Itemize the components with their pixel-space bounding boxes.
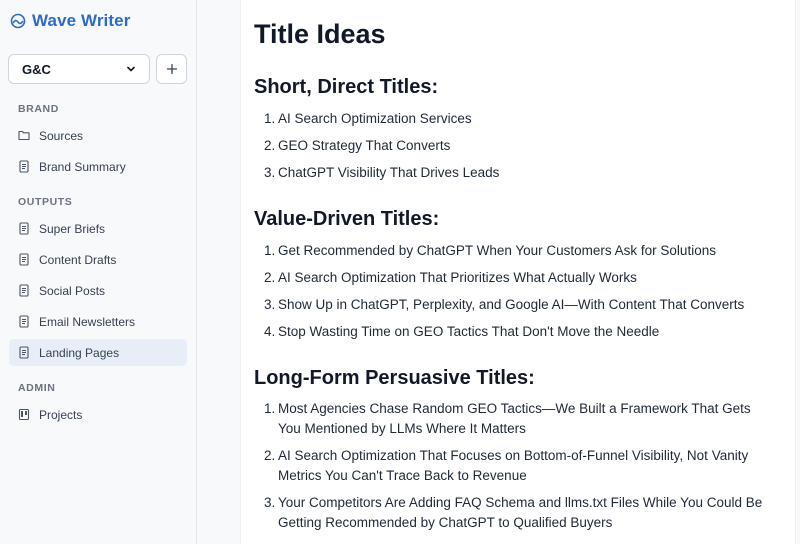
list-value-titles: 1. Get Recommended by ChatGPT When Your C… [264, 241, 769, 342]
section-label-admin: ADMIN [18, 382, 56, 394]
add-workspace-button[interactable] [156, 54, 187, 84]
app-name: Wave Writer [32, 11, 131, 30]
list-item: 3. ChatGPT Visibility That Drives Leads [264, 165, 500, 180]
page-title: Title Ideas [254, 19, 386, 49]
sidebar-item-social-posts[interactable]: Social Posts [9, 277, 187, 304]
list-item: 4. Stop Wasting Time on GEO Tactics That … [264, 324, 660, 339]
sidebar-item-brand-summary[interactable]: Brand Summary [9, 153, 187, 180]
chevron-down-icon [125, 63, 137, 75]
section-label-brand: BRAND [18, 103, 59, 115]
list-item: 1. Get Recommended by ChatGPT When Your C… [264, 243, 716, 258]
plus-icon [166, 63, 178, 75]
sidebar: Wave Writer G&C BRAND Sources Brand Summ… [0, 0, 197, 544]
sidebar-item-label: Super Briefs [39, 221, 106, 236]
sidebar-item-label: Landing Pages [39, 345, 120, 360]
list-item: 3. Your Competitors Are Adding FAQ Schema… [264, 495, 763, 530]
document-panel: Title Ideas Short, Direct Titles: 1. AI S… [240, 0, 796, 544]
sidebar-item-projects[interactable]: Projects [9, 401, 187, 428]
sidebar-item-landing-pages[interactable]: Landing Pages [9, 339, 187, 366]
document-icon [18, 315, 30, 328]
kanban-icon [18, 408, 30, 421]
sidebar-item-sources[interactable]: Sources [9, 122, 187, 149]
sidebar-item-content-drafts[interactable]: Content Drafts [9, 246, 187, 273]
folder-icon [18, 129, 30, 142]
document-icon [18, 160, 30, 173]
section-label-outputs: OUTPUTS [18, 196, 73, 208]
document-icon [18, 284, 30, 297]
document-icon [18, 222, 30, 235]
section-heading-short: Short, Direct Titles: [254, 76, 439, 98]
section-heading-value: Value-Driven Titles: [254, 208, 440, 230]
list-item: 3. Show Up in ChatGPT, Perplexity, and Go… [264, 297, 745, 312]
sidebar-item-label: Social Posts [39, 283, 106, 298]
sidebar-item-email-newsletters[interactable]: Email Newsletters [9, 308, 187, 335]
list-item: 2. AI Search Optimization That Focuses on… [264, 448, 749, 483]
workspace-select-value: G&C [22, 61, 51, 77]
section-heading-long: Long-Form Persuasive Titles: [254, 367, 535, 389]
app-brand[interactable]: Wave Writer [10, 10, 130, 32]
document-icon [18, 346, 30, 359]
sidebar-item-label: Sources [39, 128, 84, 143]
list-item: 1. Most Agencies Chase Random GEO Tactics… [264, 401, 751, 436]
document-icon [18, 253, 30, 266]
sidebar-item-label: Brand Summary [39, 159, 126, 174]
list-item: 1. AI Search Optimization Services [264, 111, 472, 126]
workspace-select[interactable]: G&C [8, 54, 150, 84]
list-item: 2. GEO Strategy That Converts [264, 138, 451, 153]
list-item: 2. AI Search Optimization That Prioritize… [264, 270, 637, 285]
sidebar-item-label: Content Drafts [39, 252, 117, 267]
sidebar-item-label: Email Newsletters [39, 314, 136, 329]
list-short-titles: 1. AI Search Optimization Services 2. GEO … [264, 109, 769, 183]
sidebar-item-label: Projects [39, 407, 83, 422]
wave-icon [10, 13, 26, 29]
sidebar-item-super-briefs[interactable]: Super Briefs [9, 215, 187, 242]
list-long-titles: 1. Most Agencies Chase Random GEO Tactics… [264, 399, 769, 533]
